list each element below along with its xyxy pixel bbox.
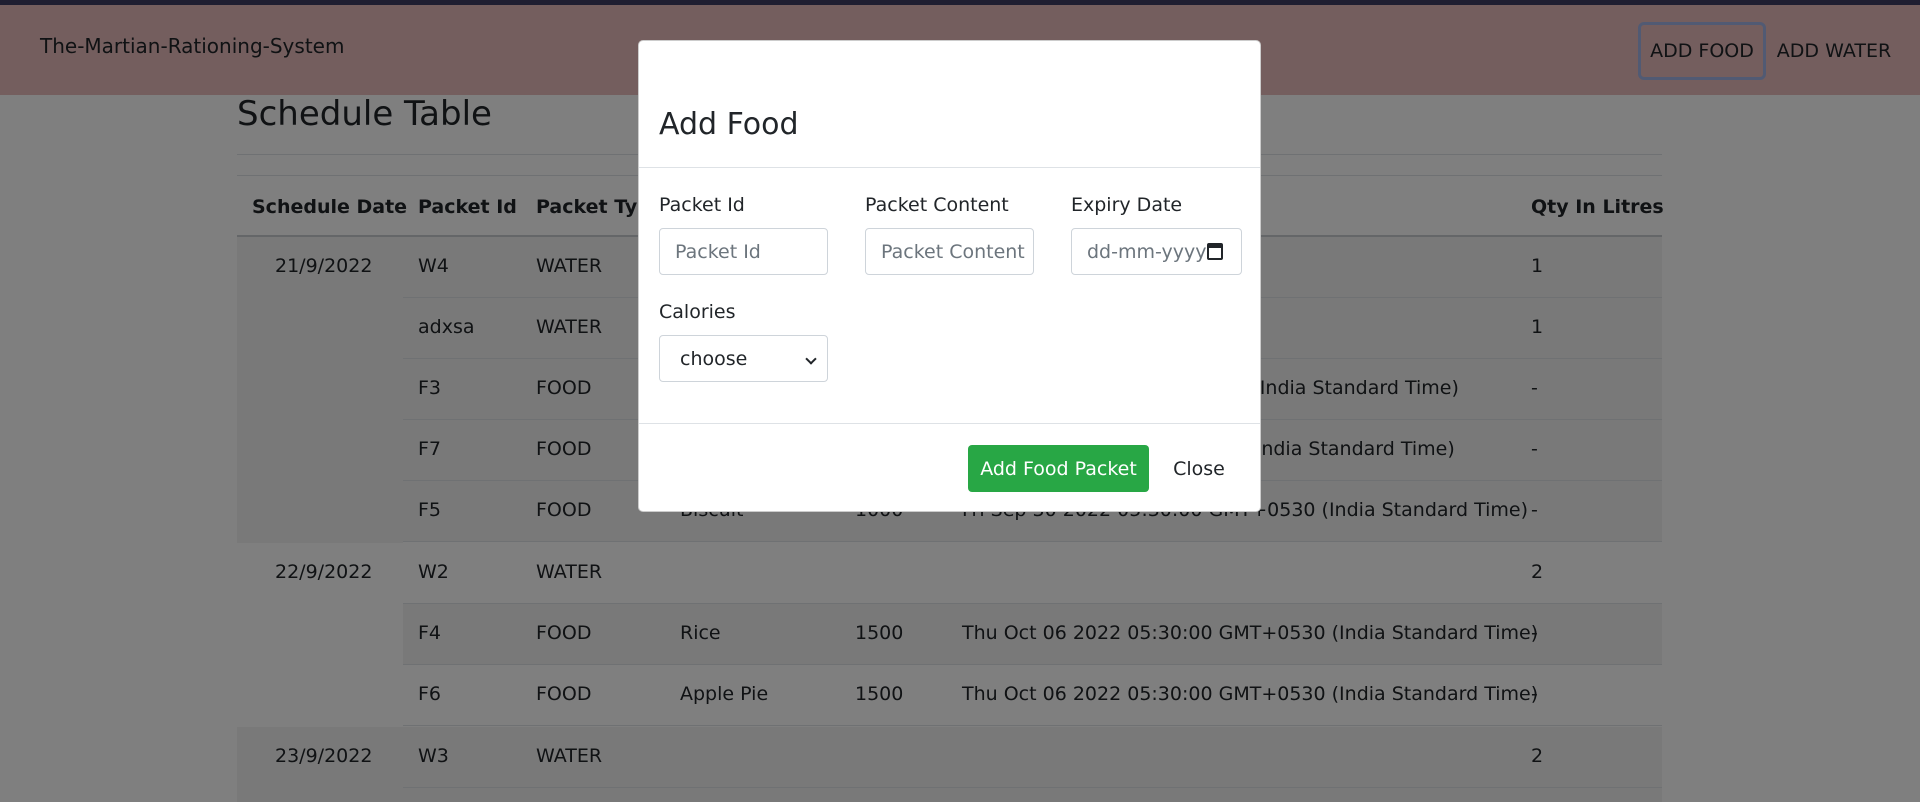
add-food-modal: Add Food Packet Id Packet Id Packet Cont… [638, 40, 1261, 512]
expiry-date-label: Expiry Date [1071, 194, 1183, 216]
expiry-date-input[interactable]: dd-mm-yyyy [1071, 228, 1242, 275]
chevron-down-icon [805, 353, 817, 365]
modal-title: Add Food [659, 107, 799, 142]
calories-label: Calories [659, 301, 736, 323]
packet-content-placeholder: Packet Content [881, 240, 1025, 263]
packet-id-placeholder: Packet Id [675, 240, 761, 263]
packet-content-input[interactable]: Packet Content [865, 228, 1034, 275]
packet-id-label: Packet Id [659, 194, 745, 216]
modal-header-divider [639, 167, 1260, 168]
modal-footer-divider [639, 423, 1260, 424]
packet-content-label: Packet Content [865, 194, 1009, 216]
packet-id-input[interactable]: Packet Id [659, 228, 828, 275]
calories-selected-value: choose [680, 347, 748, 370]
add-food-packet-button[interactable]: Add Food Packet [968, 445, 1149, 492]
expiry-date-placeholder: dd-mm-yyyy [1087, 240, 1207, 263]
calories-select[interactable]: choose [659, 335, 828, 382]
calendar-icon[interactable] [1207, 243, 1223, 260]
close-button[interactable]: Close [1155, 445, 1243, 492]
